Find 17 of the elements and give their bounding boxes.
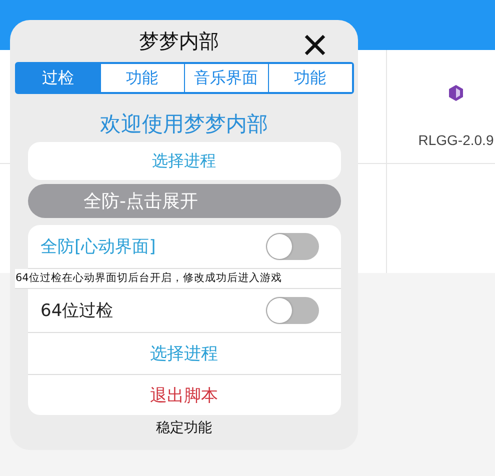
close-icon[interactable] bbox=[303, 33, 327, 57]
toggle-switch[interactable] bbox=[266, 297, 318, 324]
action-button[interactable]: 选择进程 bbox=[28, 333, 340, 374]
tab[interactable]: 过检 bbox=[16, 64, 100, 92]
option-label: 全防[心动界面] bbox=[40, 236, 156, 258]
toggle-switch[interactable] bbox=[266, 233, 318, 260]
note-text: 64位过检在心动界面切后台开启，修改成功后进入游戏 bbox=[14, 269, 340, 289]
app-icon[interactable] bbox=[447, 84, 465, 102]
section-header[interactable]: 全防-点击展开 bbox=[28, 184, 340, 218]
select-process-button[interactable]: 选择进程 bbox=[28, 142, 340, 180]
welcome-text: 欢迎使用梦梦内部 bbox=[100, 111, 268, 138]
tab[interactable]: 功能 bbox=[268, 64, 352, 92]
action-button[interactable]: 退出脚本 bbox=[28, 374, 340, 415]
app-label[interactable]: RLGG-2.0.9 bbox=[418, 132, 494, 148]
footer-text: 稳定功能 bbox=[156, 419, 212, 437]
dialog-title: 梦梦内部 bbox=[139, 28, 219, 54]
option-label: 64位过检 bbox=[40, 300, 114, 322]
